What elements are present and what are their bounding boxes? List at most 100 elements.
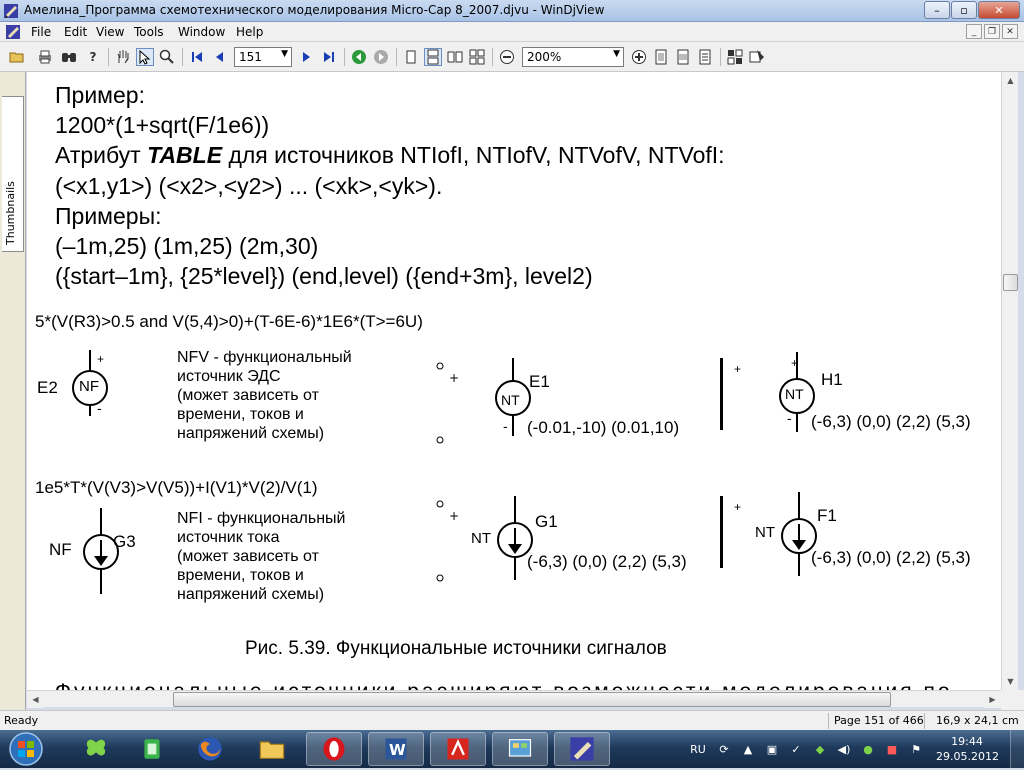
hand-tool-icon[interactable]	[114, 48, 132, 66]
doc-line-examples: Примеры:	[55, 203, 162, 229]
start-button[interactable]	[4, 731, 48, 767]
nt-label-h1: NT	[785, 386, 804, 402]
zoom-tool-icon[interactable]	[158, 48, 176, 66]
find-icon[interactable]	[60, 48, 78, 66]
plus-sign: +	[734, 362, 742, 376]
toolbar: ? 151 ▼ 200% ▼	[0, 42, 1024, 72]
zoom-in-icon[interactable]	[630, 48, 648, 66]
close-button[interactable]: ✕	[978, 1, 1020, 19]
whats-this-icon[interactable]: ?	[84, 48, 102, 66]
butterfly-app-icon[interactable]	[68, 732, 124, 766]
scroll-down-icon[interactable]: ▼	[1002, 673, 1019, 690]
f1-label: F1	[817, 506, 837, 525]
g1-table: (-6,3) (0,0) (2,2) (5,3)	[527, 552, 687, 571]
attribute-word: Атрибут	[55, 142, 148, 168]
g3-label: G3	[113, 532, 136, 551]
nvidia-icon[interactable]: ◆	[812, 741, 828, 757]
g1-terminals: +	[435, 500, 465, 584]
window-title: Амелина_Программа схемотехнического моде…	[24, 3, 605, 17]
fit-width-icon[interactable]	[674, 48, 692, 66]
control-panel-icon[interactable]	[492, 732, 548, 766]
word-icon[interactable]: W	[368, 732, 424, 766]
acrobat-tray-icon[interactable]: ■	[884, 741, 900, 757]
title-bar[interactable]: Амелина_Программа схемотехнического моде…	[0, 0, 1024, 22]
previous-page-icon[interactable]	[210, 48, 228, 66]
chevron-down-icon: ▼	[281, 49, 288, 59]
vertical-scrollbar[interactable]: ▲ ▼	[1001, 72, 1019, 690]
firefox-icon[interactable]	[182, 732, 238, 766]
menu-edit[interactable]: Edit	[64, 25, 87, 39]
vertical-scroll-thumb[interactable]	[1003, 274, 1018, 291]
continuous-icon[interactable]	[424, 48, 442, 66]
zoom-combo[interactable]: 200% ▼	[522, 47, 624, 67]
nf-label-nfi: NF	[49, 540, 72, 559]
zoom-out-icon[interactable]	[498, 48, 516, 66]
open-icon[interactable]	[8, 48, 26, 66]
e2-label: E2	[37, 378, 58, 397]
document-icon[interactable]	[5, 24, 21, 40]
settings-icon[interactable]	[748, 48, 766, 66]
last-page-icon[interactable]	[320, 48, 338, 66]
up-arrow-icon[interactable]: ▲	[740, 741, 756, 757]
table-keyword: TABLE	[147, 142, 223, 168]
opera-icon[interactable]	[306, 732, 362, 766]
single-page-icon[interactable]	[402, 48, 420, 66]
green-app-icon[interactable]	[124, 732, 180, 766]
nfv-expression: 5*(V(R3)>0.5 and V(5,4)>0)+(T-6E-6)*1E6*…	[35, 312, 423, 331]
menu-view[interactable]: View	[96, 25, 124, 39]
display-mode-icon[interactable]	[726, 48, 744, 66]
volume-icon[interactable]: ◀)	[836, 741, 852, 757]
print-icon[interactable]	[36, 48, 54, 66]
taskbar: W RU ⟳ ▲ ▣ ✓ ◆ ◀) ● ■ ⚑ 19:44 29.05.2012	[0, 730, 1024, 768]
tab-thumbnails[interactable]: Thumbnails	[2, 96, 24, 252]
sync-icon[interactable]: ⟳	[716, 741, 732, 757]
fit-page-icon[interactable]	[652, 48, 670, 66]
doc-line-example-1: (–1m,25) (1m,25) (2m,30)	[55, 233, 319, 259]
restore-button[interactable]: ▫	[951, 1, 977, 19]
mdi-close-button[interactable]: ✕	[1002, 24, 1018, 39]
menu-file[interactable]: File	[31, 25, 51, 39]
menu-help[interactable]: Help	[236, 25, 263, 39]
select-tool-icon[interactable]	[136, 48, 154, 66]
figure-caption: Рис. 5.39. Функциональные источники сигн…	[245, 638, 667, 659]
next-page-icon[interactable]	[298, 48, 316, 66]
horizontal-scrollbar[interactable]: ◀ ▶	[27, 690, 1001, 708]
action-center-flag-icon[interactable]: ⚑	[908, 741, 924, 757]
status-page-size: 16,9 x 24,1 cm	[936, 714, 1019, 727]
document-view[interactable]: Пример: 1200*(1+sqrt(F/1e6)) Атрибут TAB…	[27, 72, 1001, 690]
language-indicator[interactable]: RU	[688, 741, 708, 757]
page-number-combo[interactable]: 151 ▼	[234, 47, 292, 67]
facing-icon[interactable]	[446, 48, 464, 66]
first-page-icon[interactable]	[188, 48, 206, 66]
plus-sign: +	[791, 356, 799, 370]
horizontal-scroll-thumb[interactable]	[173, 692, 891, 707]
mdi-restore-button[interactable]: ❐	[984, 24, 1000, 39]
windjview-icon[interactable]	[554, 732, 610, 766]
forward-icon[interactable]	[372, 48, 390, 66]
security-icon[interactable]: ●	[860, 741, 876, 757]
network-icon[interactable]: ▣	[764, 741, 780, 757]
menu-tools[interactable]: Tools	[134, 25, 164, 39]
separator	[396, 48, 397, 66]
facing-continuous-icon[interactable]	[468, 48, 486, 66]
mdi-minimize-button[interactable]: _	[966, 24, 982, 39]
chevron-down-icon: ▼	[613, 49, 620, 59]
clock[interactable]: 19:44 29.05.2012	[936, 734, 999, 764]
separator	[720, 48, 721, 66]
acrobat-icon[interactable]	[430, 732, 486, 766]
scroll-right-icon[interactable]: ▶	[984, 691, 1001, 708]
explorer-icon[interactable]	[244, 732, 300, 766]
back-icon[interactable]	[350, 48, 368, 66]
minus-sign: -	[97, 400, 102, 416]
svg-text:W: W	[389, 741, 406, 759]
actual-size-icon[interactable]	[696, 48, 714, 66]
scroll-left-icon[interactable]: ◀	[27, 691, 44, 708]
nt-label-f1: NT	[755, 524, 775, 541]
menu-window[interactable]: Window	[178, 25, 225, 39]
separator	[492, 48, 493, 66]
network-status-icon[interactable]: ✓	[788, 741, 804, 757]
show-desktop-button[interactable]	[1010, 730, 1024, 768]
menu-bar: File Edit View Tools Window Help _ ❐ ✕	[0, 22, 1024, 42]
minimize-button[interactable]: –	[924, 1, 950, 19]
scroll-up-icon[interactable]: ▲	[1002, 72, 1019, 89]
